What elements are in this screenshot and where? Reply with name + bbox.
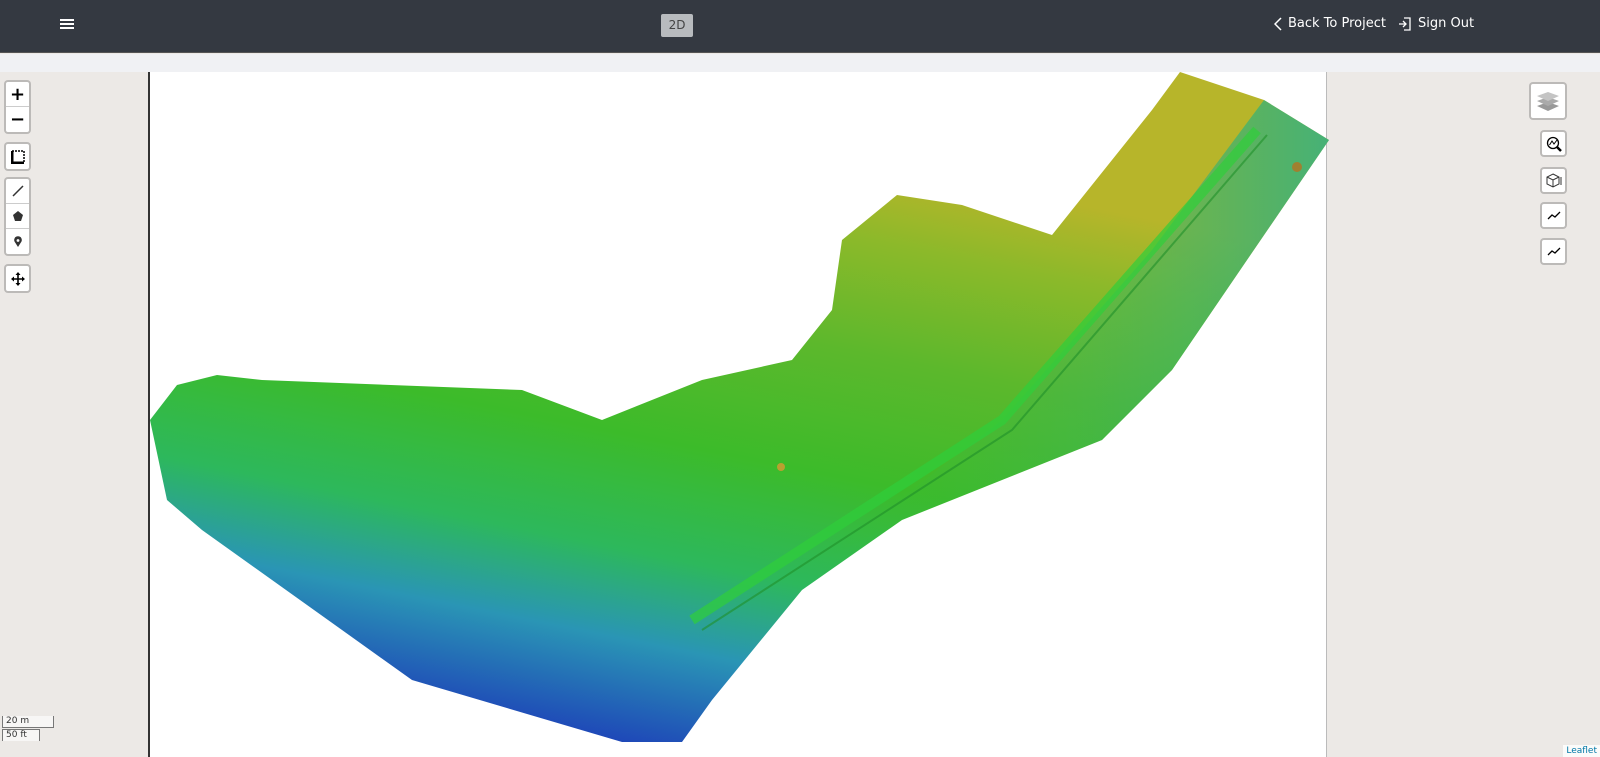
move-arrows-icon [10, 271, 25, 286]
elevation-model-raster [150, 72, 1329, 742]
elevation-profile-button[interactable] [1540, 202, 1567, 229]
contour-search-button[interactable] [1540, 130, 1567, 157]
line-chart-icon [1547, 211, 1560, 219]
leaflet-attribution-link[interactable]: Leaflet [1563, 745, 1600, 757]
zoom-in-button[interactable]: + [6, 82, 29, 107]
scale-imperial: 50 ft [2, 729, 40, 741]
back-to-project-label: Back To Project [1288, 16, 1386, 31]
hamburger-menu-icon[interactable] [60, 17, 74, 31]
sub-header-bar [0, 54, 1600, 72]
zoom-control: + − [4, 80, 31, 134]
layers-icon [1537, 92, 1559, 111]
map-pin-icon [13, 235, 22, 247]
draw-toolbar [4, 177, 31, 256]
survey-area [150, 72, 1329, 742]
draw-polyline-button[interactable] [6, 179, 29, 204]
chart-search-icon [1546, 136, 1562, 152]
scale-metric: 20 m [2, 716, 54, 728]
back-to-project-link[interactable]: Back To Project [1274, 16, 1386, 31]
zoom-out-button[interactable]: − [6, 107, 29, 132]
sign-out-label: Sign Out [1418, 16, 1475, 31]
elevation-profile-button-2[interactable] [1540, 238, 1567, 265]
polygon-icon [12, 211, 23, 221]
frame-icon [10, 149, 25, 164]
pan-button[interactable] [6, 266, 29, 291]
cube-icon [1546, 172, 1561, 188]
draw-marker-button[interactable] [6, 229, 29, 254]
fit-bounds-button[interactable] [6, 144, 29, 169]
chevron-left-icon [1274, 16, 1282, 31]
draw-polygon-button[interactable] [6, 204, 29, 229]
line-icon [11, 185, 24, 197]
map-canvas[interactable]: + − 20 m 50 ft Leaflet [0, 72, 1600, 757]
sign-out-link[interactable]: Sign Out [1398, 16, 1474, 31]
pan-control [4, 264, 31, 293]
view-mode-2d-button[interactable]: 2D [661, 14, 693, 37]
line-chart-icon [1547, 247, 1560, 255]
top-navbar: 2D Back To Project Sign Out [0, 0, 1600, 53]
dem-image-overlay [148, 72, 1329, 757]
layers-button[interactable] [1529, 82, 1567, 120]
sign-out-icon [1399, 16, 1411, 31]
volume-button[interactable] [1540, 167, 1567, 194]
fit-bounds-control [4, 142, 31, 171]
